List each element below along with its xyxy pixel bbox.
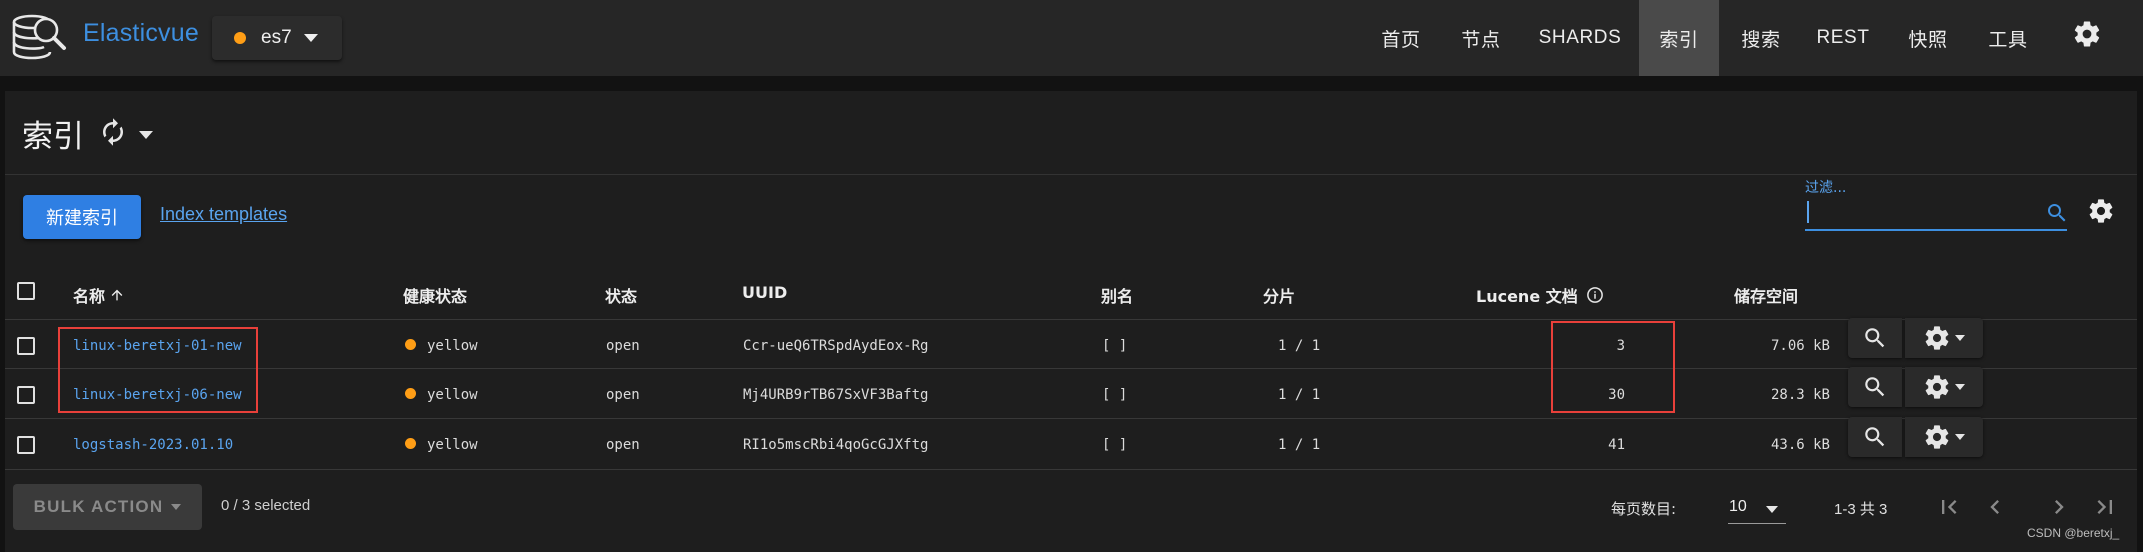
health-dot: [405, 339, 416, 350]
nav-indices[interactable]: 索引: [1639, 0, 1719, 76]
elasticvue-logo-icon[interactable]: [10, 8, 68, 66]
watermark: CSDN @beretxj_: [2027, 526, 2120, 540]
column-header-shards[interactable]: 分片: [1263, 283, 1295, 307]
cluster-status-dot: [234, 32, 246, 44]
docs-value: 41: [1608, 437, 1625, 453]
uuid-value: Mj4URB9rTB67SxVF3Baftg: [743, 387, 929, 403]
first-page-icon[interactable]: [1935, 493, 1963, 521]
nav-tools[interactable]: 工具: [1972, 0, 2044, 76]
health-value: yellow: [427, 338, 478, 354]
search-icon: [1865, 427, 1885, 447]
new-index-button[interactable]: 新建索引: [23, 195, 141, 239]
nav-snapshots[interactable]: 快照: [1893, 0, 1963, 76]
chevron-down-icon: [171, 504, 182, 510]
health-dot: [405, 388, 416, 399]
aliases-value: [ ]: [1102, 437, 1128, 453]
chevron-down-icon: [1955, 335, 1965, 341]
column-header-uuid[interactable]: UUID: [742, 283, 787, 302]
select-all-checkbox[interactable]: [17, 282, 35, 300]
indices-card: 索引 新建索引 Index templates 过滤... 名称 健康状态 状态…: [5, 91, 2137, 552]
row-checkbox[interactable]: [17, 386, 35, 404]
rows-per-page-select[interactable]: 10: [1729, 498, 1747, 516]
cluster-selector[interactable]: es7: [212, 16, 342, 60]
row-settings-button[interactable]: [1905, 367, 1983, 407]
filter-label: 过滤...: [1805, 180, 1847, 196]
row-checkbox[interactable]: [17, 337, 35, 355]
chevron-down-icon: [1955, 384, 1965, 390]
chevron-down-icon: [303, 34, 318, 42]
size-value: 7.06 kB: [1770, 338, 1830, 354]
divider: [5, 368, 2137, 369]
refresh-icon[interactable]: [98, 117, 128, 147]
status-value: open: [606, 338, 640, 354]
size-value: 43.6 kB: [1770, 437, 1830, 453]
row-search-button[interactable]: [1848, 367, 1902, 407]
chevron-down-icon[interactable]: [1766, 506, 1778, 513]
divider: [5, 319, 2137, 320]
search-icon: [1865, 328, 1885, 348]
gear-icon: [1925, 425, 1949, 449]
health-value: yellow: [427, 387, 478, 403]
info-icon[interactable]: [1586, 286, 1604, 304]
next-page-icon[interactable]: [2045, 493, 2073, 521]
status-value: open: [606, 437, 640, 453]
uuid-value: RI1o5mscRbi4qoGcGJXftg: [743, 437, 929, 453]
table-settings-gear-icon[interactable]: [2087, 197, 2115, 225]
settings-gear-icon[interactable]: [2072, 19, 2102, 49]
health-value: yellow: [427, 437, 478, 453]
search-icon: [1865, 377, 1885, 397]
gear-icon: [1925, 375, 1949, 399]
column-header-status[interactable]: 状态: [605, 283, 637, 307]
nav-shards[interactable]: SHARDS: [1527, 0, 1633, 76]
title-row: 索引: [5, 91, 2137, 175]
rows-per-page-label: 每页数目:: [1611, 500, 1677, 518]
nav-search[interactable]: 搜索: [1725, 0, 1797, 76]
previous-page-icon[interactable]: [1981, 493, 2009, 521]
divider: [5, 469, 2137, 470]
rows-per-page-underline: [1728, 523, 1786, 524]
column-header-storage[interactable]: 储存空间: [1734, 283, 1798, 307]
shards-value: 1 / 1: [1278, 437, 1321, 453]
aliases-value: [ ]: [1102, 338, 1128, 354]
brand-title[interactable]: Elasticvue: [83, 19, 199, 48]
nav-home[interactable]: 首页: [1366, 0, 1436, 76]
selected-count: 0 / 3 selected: [221, 497, 311, 514]
pagination-range: 1-3 共 3: [1834, 501, 1888, 518]
health-dot: [405, 438, 416, 449]
cluster-name: es7: [261, 27, 292, 48]
row-checkbox[interactable]: [17, 436, 35, 454]
column-header-health[interactable]: 健康状态: [403, 283, 467, 307]
bulk-action-button[interactable]: BULK ACTION: [13, 484, 202, 530]
top-bar: Elasticvue es7 首页 节点 SHARDS 索引 搜索 REST 快…: [0, 0, 2143, 76]
sort-arrow-up-icon: [111, 289, 123, 301]
column-header-aliases[interactable]: 别名: [1101, 283, 1133, 307]
page-title: 索引: [22, 119, 84, 155]
annotation-highlight-docs: [1551, 321, 1675, 413]
annotation-highlight-names: [58, 327, 258, 413]
refresh-chevron-down-icon[interactable]: [139, 131, 153, 139]
column-header-lucene-docs[interactable]: Lucene 文档: [1476, 283, 1604, 307]
gear-icon: [1925, 326, 1949, 350]
shards-value: 1 / 1: [1278, 387, 1321, 403]
nav-nodes[interactable]: 节点: [1445, 0, 1517, 76]
row-search-button[interactable]: [1848, 417, 1902, 457]
status-value: open: [606, 387, 640, 403]
uuid-value: Ccr-ueQ6TRSpdAydEox-Rg: [743, 338, 929, 354]
chevron-down-icon: [1955, 434, 1965, 440]
size-value: 28.3 kB: [1770, 387, 1830, 403]
aliases-value: [ ]: [1102, 387, 1128, 403]
row-settings-button[interactable]: [1905, 318, 1983, 358]
search-icon[interactable]: [2045, 201, 2069, 225]
index-templates-link[interactable]: Index templates: [160, 204, 287, 225]
nav-rest[interactable]: REST: [1808, 0, 1878, 76]
index-name-link[interactable]: logstash-2023.01.10: [73, 437, 233, 453]
column-header-name[interactable]: 名称: [73, 283, 125, 307]
divider: [5, 418, 2137, 419]
filter-input[interactable]: [1805, 195, 2067, 231]
filter-cursor: [1807, 201, 1809, 223]
shards-value: 1 / 1: [1278, 338, 1321, 354]
last-page-icon[interactable]: [2091, 493, 2119, 521]
row-settings-button[interactable]: [1905, 417, 1983, 457]
row-search-button[interactable]: [1848, 318, 1902, 358]
